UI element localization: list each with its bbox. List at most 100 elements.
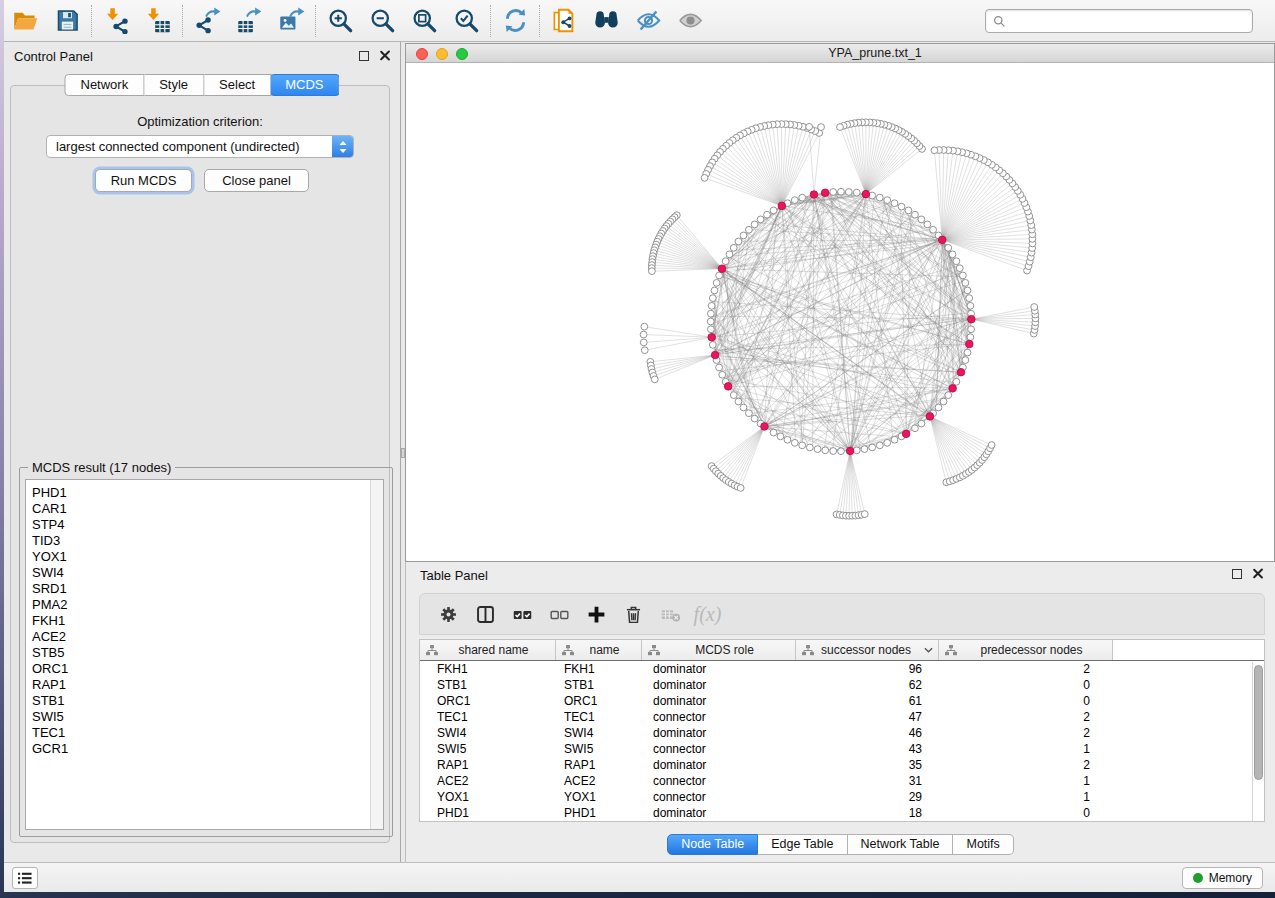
- select-all-icon[interactable]: [506, 599, 539, 629]
- tab-mcds[interactable]: MCDS: [270, 74, 339, 96]
- float-table-panel-icon[interactable]: [1232, 569, 1242, 579]
- cell: dominator: [642, 694, 796, 708]
- table-row[interactable]: YOX1YOX1connector291: [420, 789, 1264, 805]
- delete-table-icon: [654, 599, 687, 629]
- column-header-predecessor-nodes[interactable]: predecessor nodes: [939, 640, 1113, 660]
- mcds-result-node[interactable]: STB5: [26, 645, 383, 661]
- network-canvas[interactable]: [406, 64, 1274, 561]
- tab-style[interactable]: Style: [144, 74, 204, 96]
- minimize-window-icon[interactable]: [436, 48, 448, 60]
- main-toolbar: [4, 0, 1275, 42]
- tab-select[interactable]: Select: [204, 74, 271, 96]
- column-header-shared-name[interactable]: shared name: [420, 640, 556, 660]
- mcds-result-node[interactable]: RAP1: [26, 677, 383, 693]
- refresh-layout-icon[interactable]: [494, 0, 536, 42]
- criterion-value: largest connected component (undirected): [47, 139, 332, 154]
- network-graph: [406, 64, 1274, 561]
- memory-button[interactable]: Memory: [1182, 867, 1263, 889]
- mcds-result-node[interactable]: YOX1: [26, 549, 383, 565]
- split-columns-icon[interactable]: [469, 599, 502, 629]
- cell: FKH1: [556, 662, 642, 676]
- criterion-dropdown[interactable]: largest connected component (undirected): [46, 135, 354, 158]
- mcds-result-node[interactable]: ACE2: [26, 629, 383, 645]
- zoom-fit-icon[interactable]: [403, 0, 445, 42]
- search-input[interactable]: [985, 9, 1253, 33]
- delete-column-icon[interactable]: [617, 599, 650, 629]
- result-list-scrollbar[interactable]: [370, 480, 383, 829]
- mcds-result-node[interactable]: PHD1: [26, 485, 383, 501]
- cell: 61: [796, 694, 939, 708]
- table-panel: Table Panel f(x) shared namenameMCDS rol…: [405, 562, 1275, 862]
- mcds-result-node[interactable]: SRD1: [26, 581, 383, 597]
- table-row[interactable]: PHD1PHD1dominator180: [420, 805, 1264, 821]
- splitter-handle[interactable]: [401, 448, 405, 458]
- mcds-result-node[interactable]: STB1: [26, 693, 383, 709]
- cell: 0: [939, 678, 1113, 692]
- tab-edge-table[interactable]: Edge Table: [758, 834, 847, 855]
- table-row[interactable]: SWI5SWI5connector431: [420, 741, 1264, 757]
- import-network-icon[interactable]: [95, 0, 137, 42]
- table-row[interactable]: RAP1RAP1dominator352: [420, 757, 1264, 773]
- import-table-icon[interactable]: [137, 0, 179, 42]
- memory-label: Memory: [1209, 871, 1252, 885]
- close-window-icon[interactable]: [416, 48, 428, 60]
- open-file-icon[interactable]: [4, 0, 46, 42]
- share-document-icon[interactable]: [543, 0, 585, 42]
- table-row[interactable]: SWI4SWI4dominator462: [420, 725, 1264, 741]
- cell: 2: [939, 710, 1113, 724]
- column-header-MCDS-role[interactable]: MCDS role: [642, 640, 796, 660]
- mcds-result-node[interactable]: GCR1: [26, 741, 383, 757]
- table-row[interactable]: TEC1TEC1connector472: [420, 709, 1264, 725]
- mcds-result-node[interactable]: PMA2: [26, 597, 383, 613]
- tab-network-table[interactable]: Network Table: [848, 834, 954, 855]
- mcds-result-node[interactable]: SWI5: [26, 709, 383, 725]
- tab-network[interactable]: Network: [64, 74, 144, 96]
- close-panel-icon[interactable]: [379, 50, 390, 61]
- column-header-name[interactable]: name: [556, 640, 642, 660]
- gear-icon[interactable]: [432, 599, 465, 629]
- cell: SWI4: [420, 726, 556, 740]
- mcds-result-node[interactable]: FKH1: [26, 613, 383, 629]
- mcds-result-node[interactable]: STP4: [26, 517, 383, 533]
- cell: connector: [642, 742, 796, 756]
- cell: 1: [939, 790, 1113, 804]
- float-panel-icon[interactable]: [359, 51, 369, 61]
- mcds-result-node[interactable]: CAR1: [26, 501, 383, 517]
- save-session-icon[interactable]: [46, 0, 88, 42]
- cell: 1: [939, 774, 1113, 788]
- table-row[interactable]: FKH1FKH1dominator962: [420, 661, 1264, 677]
- table-row[interactable]: STB1STB1dominator620: [420, 677, 1264, 693]
- maximize-window-icon[interactable]: [456, 48, 468, 60]
- tab-node-table[interactable]: Node Table: [667, 834, 758, 855]
- cell: RAP1: [556, 758, 642, 772]
- add-column-icon[interactable]: [580, 599, 613, 629]
- zoom-out-icon[interactable]: [361, 0, 403, 42]
- table-scrollbar[interactable]: [1252, 662, 1264, 821]
- zoom-selected-icon[interactable]: [445, 0, 487, 42]
- table-row[interactable]: ORC1ORC1dominator610: [420, 693, 1264, 709]
- run-mcds-button[interactable]: Run MCDS: [95, 169, 192, 192]
- tab-motifs[interactable]: Motifs: [953, 834, 1013, 855]
- toolbar-divider: [91, 5, 92, 37]
- close-table-panel-icon[interactable]: [1252, 568, 1263, 579]
- cell: 46: [796, 726, 939, 740]
- export-image-icon[interactable]: [270, 0, 312, 42]
- network-window-titlebar[interactable]: YPA_prune.txt_1: [406, 44, 1274, 63]
- deselect-all-icon[interactable]: [543, 599, 576, 629]
- table-scrollbar-thumb[interactable]: [1254, 665, 1263, 780]
- mcds-result-node[interactable]: TID3: [26, 533, 383, 549]
- hide-graphics-details-icon[interactable]: [627, 0, 669, 42]
- mcds-result-node[interactable]: ORC1: [26, 661, 383, 677]
- column-header-successor-nodes[interactable]: successor nodes: [796, 640, 939, 660]
- table-row[interactable]: ACE2ACE2connector311: [420, 773, 1264, 789]
- mcds-result-node[interactable]: SWI4: [26, 565, 383, 581]
- mcds-result-node[interactable]: TEC1: [26, 725, 383, 741]
- search-network-icon[interactable]: [585, 0, 627, 42]
- export-table-icon[interactable]: [228, 0, 270, 42]
- zoom-in-icon[interactable]: [319, 0, 361, 42]
- close-panel-button[interactable]: Close panel: [204, 169, 309, 192]
- show-panels-button[interactable]: [12, 867, 38, 889]
- export-network-icon[interactable]: [186, 0, 228, 42]
- mcds-result-group: MCDS result (17 nodes) PHD1CAR1STP4TID3Y…: [19, 467, 393, 837]
- cell: TEC1: [420, 710, 556, 724]
